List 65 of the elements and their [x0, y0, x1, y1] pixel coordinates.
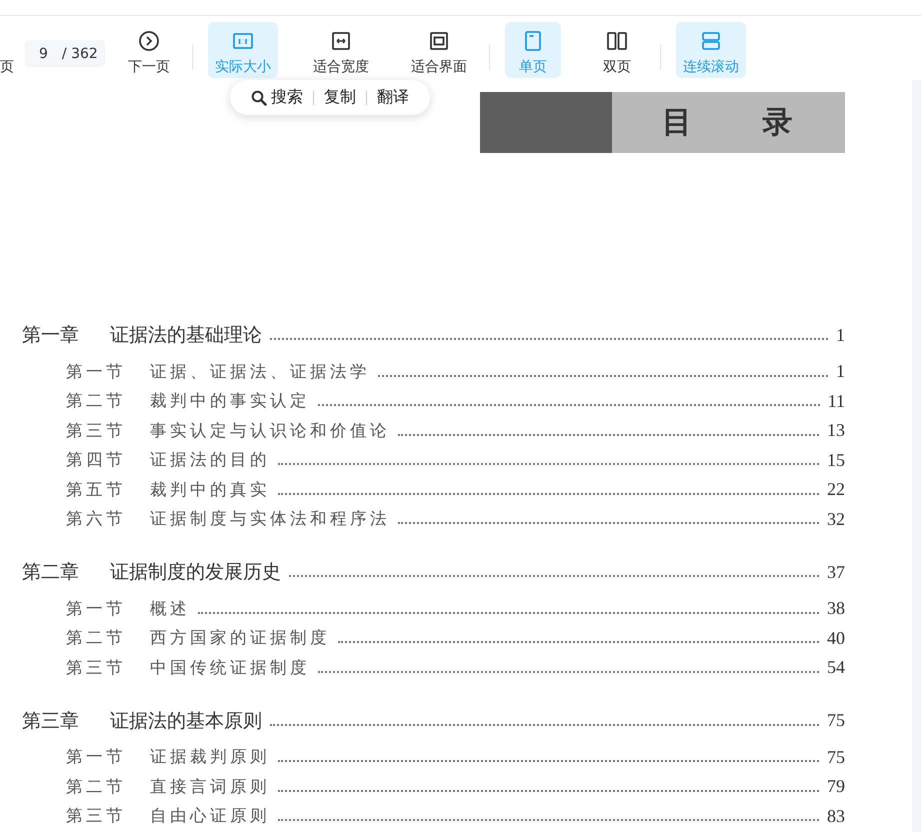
single-page-icon	[522, 30, 544, 52]
toc-page-number: 32	[827, 508, 845, 530]
popup-action-button[interactable]: 复制	[322, 87, 358, 108]
toc-label: 第一节	[66, 598, 127, 620]
toc-label: 第二节	[66, 627, 127, 650]
previous-page-link[interactable]: 页	[0, 58, 14, 76]
total-pages: / 362	[62, 46, 98, 62]
toc-title: 证据制度的发展历史	[110, 560, 281, 585]
toc-page-number: 15	[827, 450, 845, 471]
toc-title: 证据法的基础理论	[110, 323, 262, 348]
toc-label: 第一节	[66, 746, 127, 768]
toc-title: 证据裁判原则	[150, 746, 270, 768]
actual-size-icon	[232, 30, 254, 52]
toc-page-number: 11	[828, 390, 845, 412]
double-page-icon	[606, 30, 628, 52]
toc-title: 证据、证据法、证据法学	[150, 360, 370, 383]
toc-title: 概述	[150, 598, 190, 620]
zoom-mode-button[interactable]: 适合宽度	[306, 22, 376, 78]
page-number-field[interactable]: 9 / 362	[25, 40, 105, 67]
popup-action-button[interactable]: 搜索	[249, 87, 305, 108]
toc-title: 事实认定与认识论和价值论	[150, 420, 390, 442]
fit-page-icon	[428, 30, 450, 52]
toc-page-number: 38	[827, 598, 845, 620]
toc-label: 第三章	[22, 708, 80, 734]
toc-page-number: 13	[827, 420, 845, 442]
toc-label: 第二章	[22, 560, 80, 585]
contents-heading: 目 录	[662, 104, 792, 142]
toc-label: 第三节	[66, 805, 127, 828]
toc-label: 第三节	[66, 656, 127, 679]
toc-label: 第四节	[66, 449, 127, 472]
page-mode-button[interactable]: 双页	[589, 22, 645, 78]
toc-title: 证据法的基本原则	[110, 708, 262, 734]
toc-label: 第五节	[66, 478, 127, 501]
next-page-icon	[138, 30, 160, 52]
toc-page-number: 79	[827, 776, 845, 798]
toc-label: 第二节	[66, 390, 127, 412]
zoom-mode-button[interactable]: 适合界面	[404, 22, 474, 78]
toc-title: 证据法的目的	[150, 449, 270, 472]
current-page-number: 9	[39, 46, 48, 62]
toc-label: 第二节	[66, 776, 127, 798]
continuous-scroll-icon	[700, 30, 722, 52]
toc-page-number: 54	[827, 657, 845, 678]
toc-label: 第三节	[66, 420, 127, 442]
toc-title: 中国传统证据制度	[150, 656, 310, 679]
toc-page-number: 37	[827, 562, 845, 582]
toc-page-number: 1	[836, 361, 845, 382]
toc-page-number: 75	[827, 710, 845, 731]
toc-title: 西方国家的证据制度	[150, 627, 330, 650]
toc-title: 证据制度与实体法和程序法	[150, 508, 390, 530]
search-icon	[251, 90, 267, 106]
toc-page-number: 40	[827, 628, 845, 649]
toc-title: 自由心证原则	[150, 805, 270, 828]
toc-title: 直接言词原则	[150, 776, 270, 798]
toc-label: 第六节	[66, 508, 127, 530]
toc-page-number: 75	[827, 746, 845, 768]
next-page-button[interactable]: 下一页	[121, 22, 177, 78]
toc-title: 裁判中的真实	[150, 478, 270, 501]
toc-title: 裁判中的事实认定	[150, 390, 310, 412]
toc-label: 第一章	[22, 323, 80, 348]
toc-label: 第一节	[66, 360, 127, 383]
toc-page-number: 22	[827, 479, 845, 500]
fit-width-icon	[330, 30, 352, 52]
toc-page-number: 83	[827, 806, 845, 827]
toc-page-number: 1	[836, 324, 845, 346]
popup-action-button[interactable]: 翻译	[375, 87, 411, 108]
